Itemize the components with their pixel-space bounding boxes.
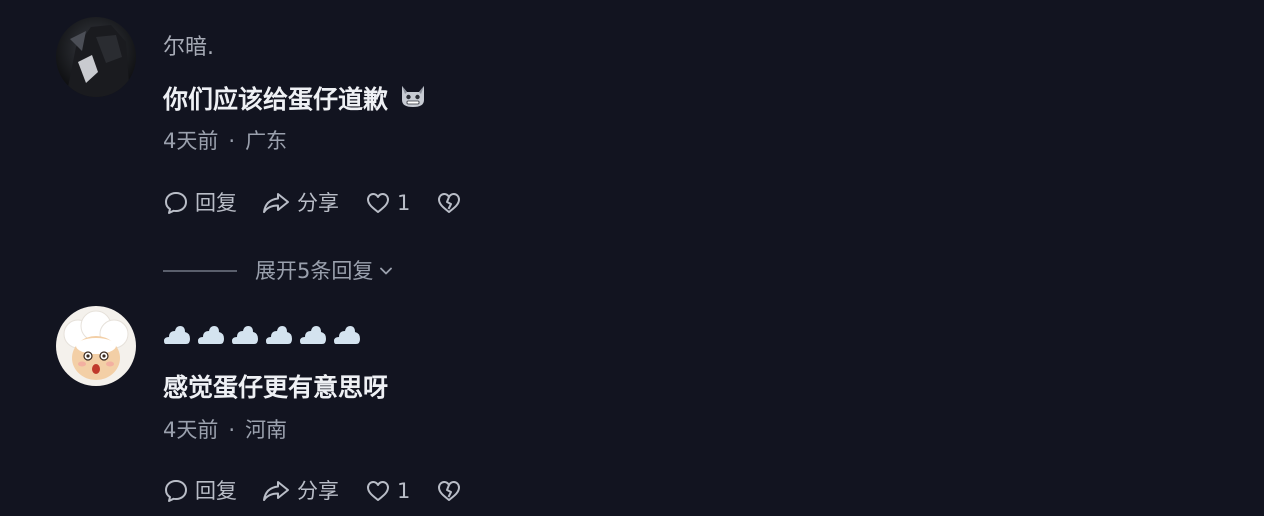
location: 河南	[245, 418, 288, 442]
like-count: 1	[397, 479, 411, 503]
reply-label: 回复	[195, 191, 237, 215]
timestamp: 4天前	[163, 129, 219, 153]
like-count: 1	[397, 191, 411, 215]
comment-text: 感觉蛋仔更有意思呀	[163, 371, 388, 405]
cloud-icon	[300, 326, 326, 344]
share-button[interactable]: 分享	[261, 476, 339, 506]
avatar[interactable]	[56, 306, 136, 386]
chevron-down-icon	[380, 267, 393, 275]
divider-line	[163, 270, 237, 272]
cloud-icon	[198, 326, 224, 344]
username[interactable]: 尔暗.	[163, 33, 214, 63]
comment-text-body: 你们应该给蛋仔道歉	[163, 84, 389, 114]
expand-replies-label: 展开5条回复	[255, 259, 374, 283]
reply-button[interactable]: 回复	[163, 188, 237, 218]
broken-heart-icon	[438, 193, 461, 213]
heart-icon	[367, 193, 389, 213]
comment-bubble-icon	[165, 192, 187, 214]
comment-meta: 4天前 · 河南	[163, 415, 287, 445]
comment-text: 你们应该给蛋仔道歉	[163, 80, 428, 119]
comment-meta: 4天前 · 广东	[163, 126, 287, 156]
comment-actions: 回复 分享 1	[163, 476, 462, 506]
comment-feed: 尔暗. 你们应该给蛋仔道歉 4天前 · 广东 回复 分享 1 展开5条回复 感觉…	[0, 0, 1264, 516]
share-arrow-icon	[263, 193, 289, 213]
location: 广东	[245, 129, 288, 153]
cloud-icon	[232, 326, 258, 344]
dislike-button[interactable]	[436, 191, 462, 215]
comment-bubble-icon	[165, 480, 187, 502]
broken-heart-icon	[438, 481, 461, 501]
share-label: 分享	[297, 479, 339, 503]
share-button[interactable]: 分享	[261, 188, 339, 218]
cloud-icon	[334, 326, 360, 344]
meta-separator: ·	[228, 418, 236, 442]
like-button[interactable]: 1	[365, 476, 410, 506]
cloud-icon	[164, 326, 190, 344]
dislike-button[interactable]	[436, 479, 462, 503]
reply-label: 回复	[195, 479, 237, 503]
meta-separator: ·	[228, 129, 236, 153]
avatar[interactable]	[56, 17, 136, 97]
comment-actions: 回复 分享 1	[163, 188, 462, 218]
username[interactable]	[163, 324, 361, 346]
share-label: 分享	[297, 191, 339, 215]
cloud-icon	[266, 326, 292, 344]
timestamp: 4天前	[163, 418, 219, 442]
reply-button[interactable]: 回复	[163, 476, 237, 506]
expand-replies[interactable]: 展开5条回复	[163, 256, 395, 286]
share-arrow-icon	[263, 481, 289, 501]
comment-text-body: 感觉蛋仔更有意思呀	[163, 373, 389, 402]
grimacing-cat-emoji-icon	[398, 80, 428, 119]
heart-icon	[367, 481, 389, 501]
like-button[interactable]: 1	[365, 188, 410, 218]
